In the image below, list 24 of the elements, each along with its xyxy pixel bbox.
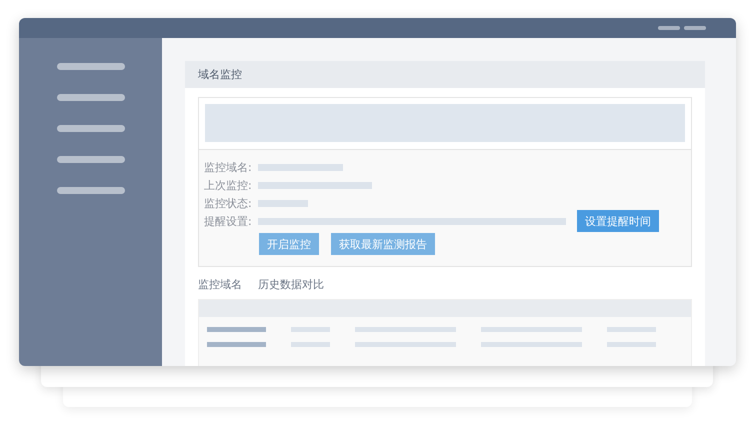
menu-placeholder[interactable]	[56, 63, 124, 70]
value-placeholder	[258, 200, 308, 206]
menu-placeholder[interactable]	[56, 156, 124, 163]
field-label: 监控状态:	[204, 196, 253, 210]
field-label: 监控域名:	[204, 160, 253, 174]
cell-placeholder	[291, 327, 330, 332]
tab[interactable]: 历史数据对比	[258, 277, 324, 292]
cell-placeholder	[607, 327, 656, 332]
action-button[interactable]: 获取最新监测报告	[331, 233, 435, 255]
field-label: 提醒设置:	[204, 214, 253, 228]
field-label: 上次监控:	[204, 178, 253, 192]
maximize-icon[interactable]	[684, 26, 706, 30]
panel-title: 域名监控	[198, 67, 242, 82]
cell-placeholder	[607, 342, 656, 347]
menu-placeholder[interactable]	[56, 94, 124, 101]
tab[interactable]: 监控域名	[198, 277, 242, 292]
menu-placeholder[interactable]	[56, 187, 124, 194]
action-button[interactable]: 开启监控	[259, 233, 319, 255]
set-reminder-button[interactable]: 设置提醒时间	[577, 210, 659, 232]
minimize-icon[interactable]	[658, 26, 680, 30]
cell-placeholder	[207, 342, 266, 347]
cell-placeholder	[207, 327, 266, 332]
cell-placeholder	[291, 342, 330, 347]
menu-placeholder[interactable]	[56, 125, 124, 132]
